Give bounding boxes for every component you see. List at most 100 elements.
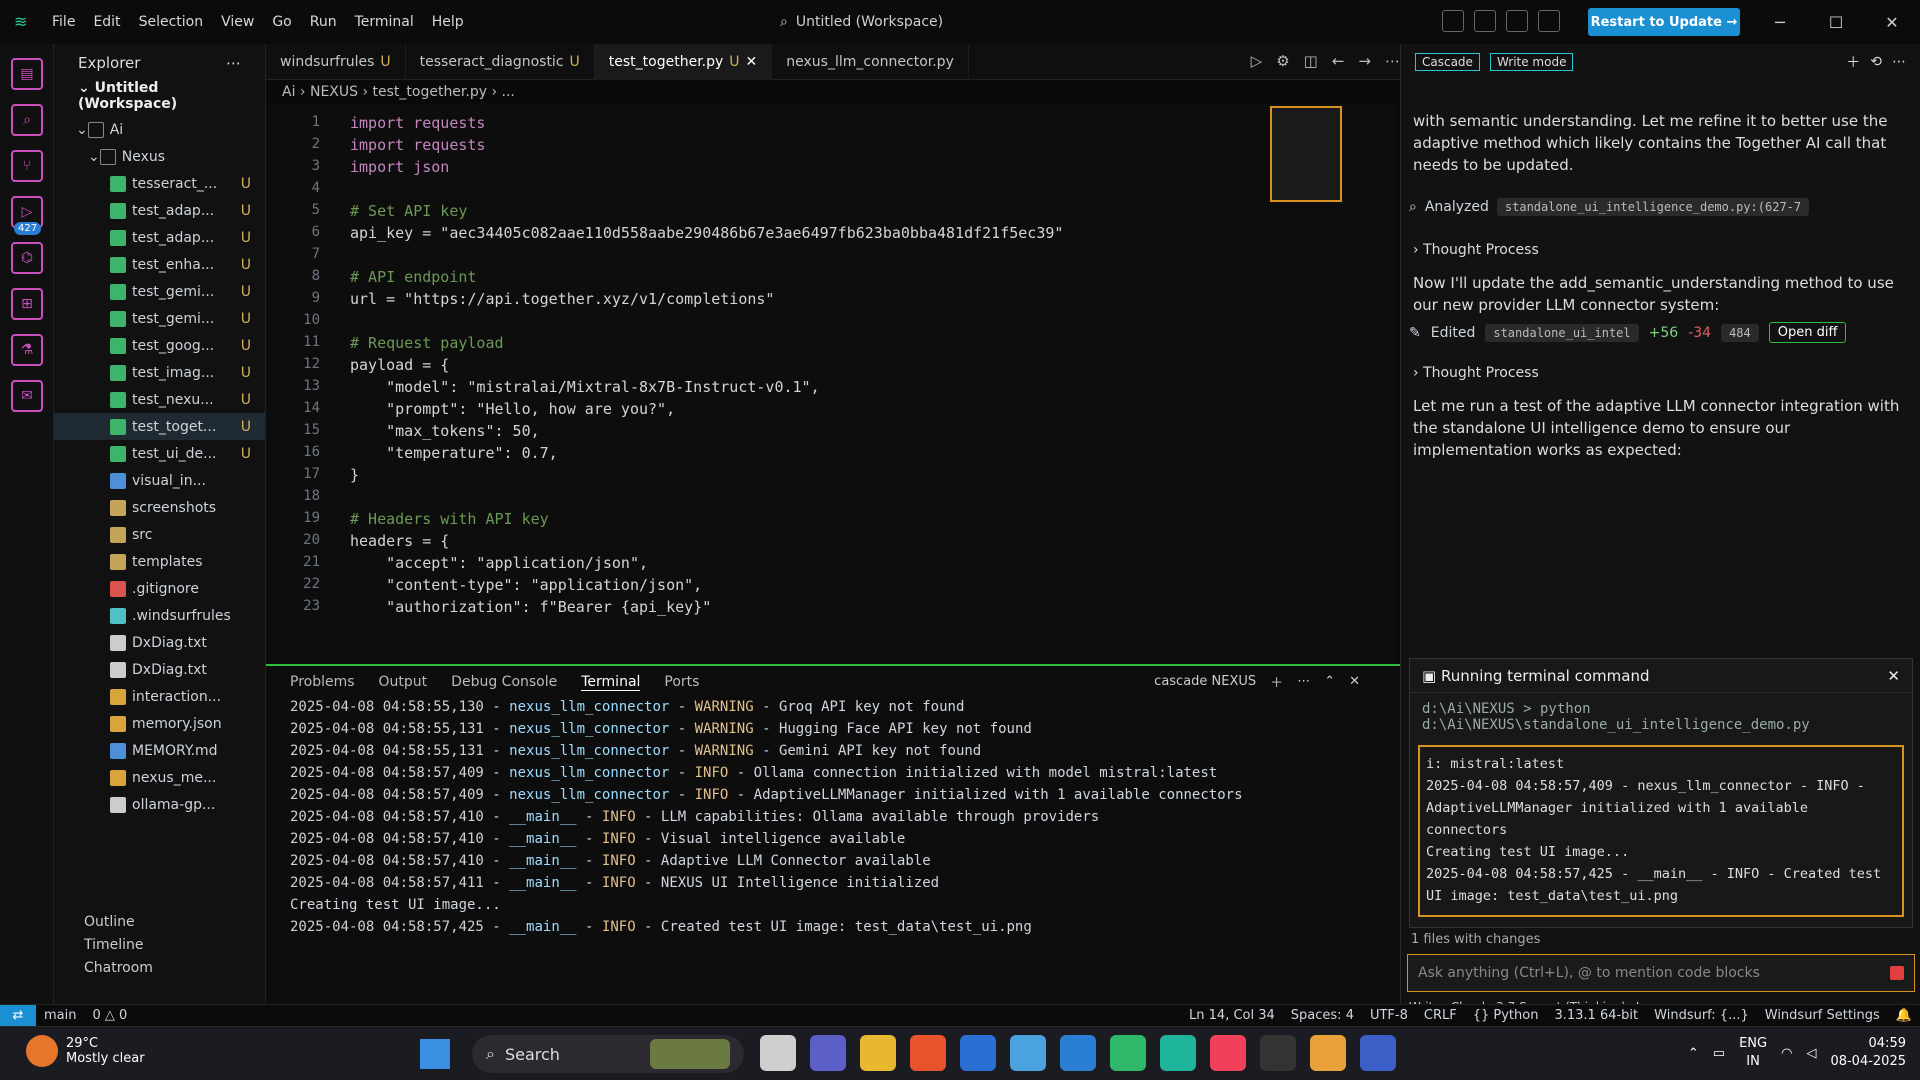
menu-selection[interactable]: Selection: [131, 11, 212, 33]
windsurf-settings[interactable]: Windsurf Settings: [1757, 1008, 1888, 1023]
battery-icon[interactable]: ▭: [1713, 1046, 1725, 1061]
more-icon[interactable]: ⋯: [1385, 52, 1400, 70]
file-tree-item[interactable]: test_nexu... U: [54, 386, 265, 413]
forward-icon[interactable]: →: [1358, 52, 1371, 70]
file-explorer-icon[interactable]: [860, 1035, 896, 1071]
brave-icon[interactable]: [910, 1035, 946, 1071]
testing-icon[interactable]: ⚗: [11, 334, 43, 366]
split-editor-icon[interactable]: ◫: [1304, 52, 1318, 70]
files-changed-label[interactable]: 1 files with changes: [1411, 932, 1540, 947]
terminal-instance-label[interactable]: cascade NEXUS: [1154, 674, 1256, 689]
branch-item[interactable]: main: [36, 1008, 84, 1023]
file-tree-item[interactable]: DxDiag.txt: [54, 629, 265, 656]
terminal-card-output[interactable]: i: mistral:latest 2025-04-08 04:58:57,409…: [1418, 745, 1904, 917]
problems-item[interactable]: 0 △ 0: [84, 1008, 135, 1023]
close-panel-icon[interactable]: ✕: [1349, 674, 1360, 689]
menu-terminal[interactable]: Terminal: [347, 11, 422, 33]
timeline-header[interactable]: Timeline: [54, 937, 265, 960]
menu-go[interactable]: Go: [264, 11, 299, 33]
clock[interactable]: 04:59 08-04-2025: [1830, 1035, 1906, 1071]
taskbar-search[interactable]: ⌕ Search: [472, 1035, 744, 1073]
edited-file[interactable]: standalone_ui_intel: [1485, 323, 1639, 342]
source-control-icon[interactable]: ⑂: [11, 150, 43, 182]
history-icon[interactable]: ⟲: [1870, 54, 1882, 70]
start-icon[interactable]: [420, 1039, 450, 1069]
toggle-panel-icon[interactable]: [1474, 10, 1496, 32]
cursor-position[interactable]: Ln 14, Col 34: [1181, 1008, 1283, 1023]
maximize-button[interactable]: ☐: [1808, 0, 1864, 44]
file-tree-item[interactable]: templates: [54, 548, 265, 575]
tab-ports[interactable]: Ports: [664, 674, 699, 691]
folder-ai[interactable]: ⌄ Ai: [54, 116, 265, 143]
file-tree-item[interactable]: ollama-gp...: [54, 791, 265, 818]
open-diff-button[interactable]: Open diff: [1768, 322, 1847, 343]
menu-help[interactable]: Help: [424, 11, 472, 33]
file-tree-item[interactable]: DxDiag.txt: [54, 656, 265, 683]
file-tree-item[interactable]: test_gemi... U: [54, 305, 265, 332]
stop-icon[interactable]: [1890, 966, 1904, 980]
explorer-icon[interactable]: ▤: [11, 58, 43, 90]
teams-icon[interactable]: [810, 1035, 846, 1071]
more-icon[interactable]: ⋯: [1892, 54, 1906, 70]
eol[interactable]: CRLF: [1416, 1008, 1465, 1023]
windsurf-icon[interactable]: [1160, 1035, 1196, 1071]
file-tree-item[interactable]: src: [54, 521, 265, 548]
settings-icon[interactable]: ⚙: [1276, 52, 1289, 70]
file-tree-item[interactable]: interaction...: [54, 683, 265, 710]
file-tree-item[interactable]: MEMORY.md: [54, 737, 265, 764]
tab-nexus-llm-connector[interactable]: nexus_llm_connector.py: [772, 43, 969, 80]
thought-process-1[interactable]: › Thought Process: [1401, 238, 1920, 262]
paint-icon[interactable]: [1010, 1035, 1046, 1071]
file-tree-item[interactable]: test_adap... U: [54, 197, 265, 224]
back-icon[interactable]: ←: [1332, 52, 1345, 70]
indentation[interactable]: Spaces: 4: [1283, 1008, 1362, 1023]
chrome-icon[interactable]: [1310, 1035, 1346, 1071]
file-tree-item[interactable]: tesseract_... U: [54, 170, 265, 197]
file-tree-item[interactable]: test_goog... U: [54, 332, 265, 359]
minimap[interactable]: [1270, 106, 1342, 202]
search-icon[interactable]: ⌕: [11, 104, 43, 136]
remote-icon[interactable]: ⌬: [11, 242, 43, 274]
menu-view[interactable]: View: [213, 11, 262, 33]
folder-nexus[interactable]: ⌄ Nexus: [54, 143, 265, 170]
outline-header[interactable]: Outline: [54, 914, 265, 937]
chat-input[interactable]: Ask anything (Ctrl+L), @ to mention code…: [1407, 954, 1915, 992]
file-tree-item[interactable]: .gitignore: [54, 575, 265, 602]
tab-terminal[interactable]: Terminal: [581, 674, 641, 691]
code-editor[interactable]: 1 import requests 2 import requests 3 import …: [266, 104, 1396, 664]
tab-test-together[interactable]: test_together.py U ✕: [594, 43, 773, 80]
run-icon[interactable]: ▷: [1251, 52, 1263, 70]
music-icon[interactable]: [1210, 1035, 1246, 1071]
more-icon[interactable]: ⋯: [1297, 674, 1310, 689]
menu-file[interactable]: File: [44, 11, 83, 33]
close-button[interactable]: ✕: [1864, 0, 1920, 44]
new-chat-icon[interactable]: ＋: [1846, 52, 1860, 72]
tab-tesseract[interactable]: tesseract_diagnostic U: [406, 43, 595, 80]
analyzed-step[interactable]: ⌕ Analyzed standalone_ui_intelligence_de…: [1409, 190, 1912, 224]
maximize-panel-icon[interactable]: ⌃: [1324, 674, 1335, 689]
task-view-icon[interactable]: [760, 1035, 796, 1071]
thought-process-2[interactable]: › Thought Process: [1401, 361, 1920, 385]
file-tree-item[interactable]: test_enha... U: [54, 251, 265, 278]
restart-to-update-button[interactable]: Restart to Update →: [1588, 8, 1740, 36]
outlook-icon[interactable]: [960, 1035, 996, 1071]
write-mode-chip[interactable]: Write mode: [1489, 53, 1574, 71]
extensions-icon[interactable]: ⊞: [11, 288, 43, 320]
toggle-secondary-sidebar-icon[interactable]: [1506, 10, 1528, 32]
breadcrumb[interactable]: Ai › NEXUS › test_together.py › ...: [282, 84, 515, 100]
chevron-up-icon[interactable]: ⌃: [1688, 1046, 1699, 1061]
remote-desktop-icon[interactable]: [1360, 1035, 1396, 1071]
notifications-icon[interactable]: 🔔: [1888, 1008, 1920, 1023]
file-tree-item[interactable]: test_gemi... U: [54, 278, 265, 305]
close-icon[interactable]: ✕: [1887, 667, 1900, 685]
file-tree-item[interactable]: memory.json: [54, 710, 265, 737]
more-actions-icon[interactable]: ⋯: [226, 54, 241, 72]
interpreter[interactable]: 3.13.1 64-bit: [1546, 1008, 1646, 1023]
language-indicator[interactable]: ENG IN: [1739, 1035, 1767, 1071]
tab-problems[interactable]: Problems: [290, 674, 355, 691]
terminal-output[interactable]: 2025-04-08 04:58:55,130 - nexus_llm_conn…: [266, 699, 1400, 941]
menu-run[interactable]: Run: [302, 11, 345, 33]
file-tree-item[interactable]: screenshots: [54, 494, 265, 521]
close-icon[interactable]: ✕: [746, 54, 758, 70]
tab-windsurfrules[interactable]: windsurfrules U: [266, 43, 406, 80]
